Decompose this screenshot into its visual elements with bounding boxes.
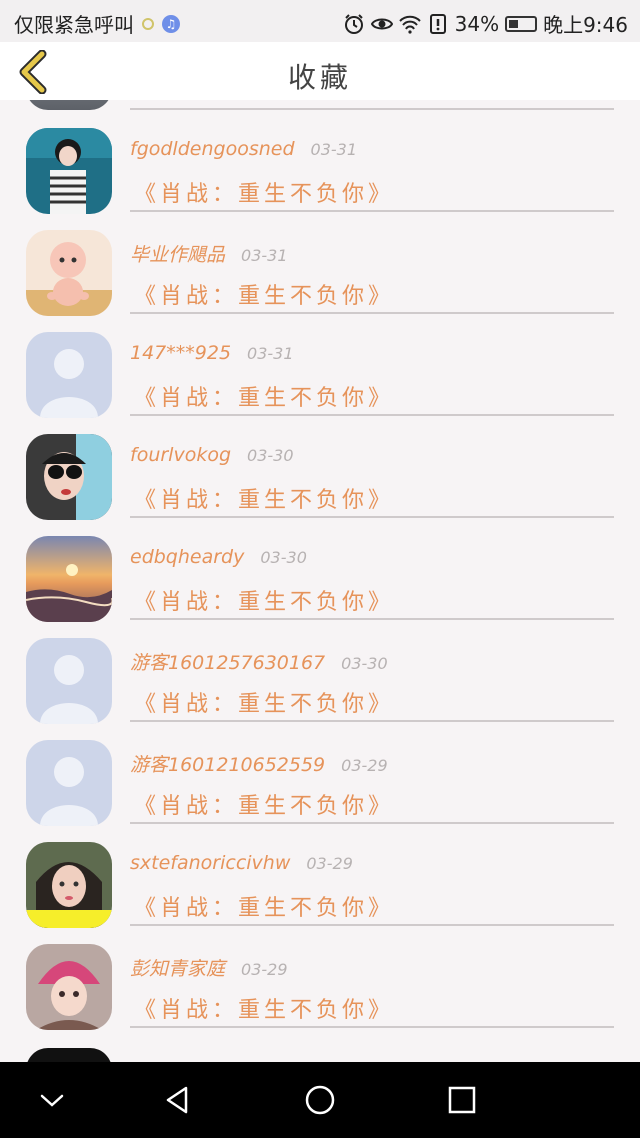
divider [130, 516, 614, 518]
work-title[interactable]: 《肖战：重生不负你》 [134, 176, 394, 208]
date: 03-29 [341, 756, 388, 775]
avatar [26, 740, 112, 826]
avatar [26, 944, 112, 1030]
date: 03-30 [247, 446, 294, 465]
nav-back-icon[interactable] [160, 1082, 196, 1118]
user-name: 游客1601257630167 03-30 [130, 652, 388, 674]
list-item[interactable]: edbqheardy 03-30 《肖战：重生不负你》 [0, 536, 640, 638]
avatar [26, 128, 112, 214]
avatar [26, 332, 112, 418]
date: 03-31 [310, 140, 358, 159]
date: 03-31 [247, 344, 294, 363]
list-item[interactable]: 游客1601257630167 03-30 《肖战：重生不负你》 [0, 638, 640, 740]
header: 收藏 [0, 42, 640, 100]
divider [130, 210, 614, 212]
partial-avatar [26, 1048, 112, 1062]
clock: 晚上9:46 [543, 13, 628, 37]
partial-avatar [26, 100, 112, 110]
nav-recents-icon[interactable] [444, 1082, 480, 1118]
list-item[interactable]: sxtefanoriccivhw 03-29 《肖战：重生不负你》 [0, 842, 640, 944]
list-item[interactable]: 147***925 03-31 《肖战：重生不负你》 [0, 332, 640, 434]
date: 03-29 [241, 960, 288, 979]
avatar [26, 842, 112, 928]
battery-percent: 34% [454, 11, 500, 36]
divider [130, 108, 614, 110]
wifi-icon [398, 15, 421, 34]
date: 03-30 [260, 548, 307, 567]
work-title[interactable]: 《肖战：重生不负你》 [134, 788, 394, 820]
divider [130, 312, 614, 314]
date: 03-31 [241, 246, 288, 265]
favorites-list: fgodldengoosned 03-31 《肖战：重生不负你》 毕业作飓品 03-… [0, 100, 640, 1062]
user-name: fourlvokog 03-30 [130, 444, 294, 466]
list-item[interactable]: 游客1601210652559 03-29 《肖战：重生不负你》 [0, 740, 640, 842]
date: 03-29 [306, 854, 353, 873]
nav-collapse-icon[interactable] [34, 1082, 70, 1118]
avatar [26, 536, 112, 622]
navigation-bar [0, 1062, 640, 1138]
status-bar: 仅限紧急呼叫 ♫ 34% 晚上9:46 [0, 0, 640, 42]
user-name: 游客1601210652559 03-29 [130, 754, 388, 776]
divider [130, 414, 614, 416]
page-title: 收藏 [287, 61, 352, 94]
list-item[interactable]: fourlvokog 03-30 《肖战：重生不负你》 [0, 434, 640, 536]
battery-icon [505, 15, 538, 32]
work-title[interactable]: 《肖战：重生不负你》 [134, 992, 394, 1024]
music-icon: ♫ [162, 14, 180, 33]
eye-icon [370, 18, 393, 29]
avatar [26, 434, 112, 520]
divider [130, 618, 614, 620]
user-name: 毕业作飓品 03-31 [130, 244, 288, 266]
alarm-icon [344, 13, 363, 34]
divider [130, 1026, 614, 1028]
user-name: sxtefanoriccivhw 03-29 [130, 852, 353, 874]
divider [130, 822, 614, 824]
list-item[interactable]: fgodldengoosned 03-31 《肖战：重生不负你》 [0, 128, 640, 230]
work-title[interactable]: 《肖战：重生不负你》 [134, 482, 394, 514]
work-title[interactable]: 《肖战：重生不负你》 [134, 890, 394, 922]
date: 03-30 [341, 654, 388, 673]
avatar [26, 230, 112, 316]
divider [130, 720, 614, 722]
user-name: fgodldengoosned 03-31 [130, 138, 358, 160]
divider [130, 924, 614, 926]
work-title[interactable]: 《肖战：重生不负你》 [134, 686, 394, 718]
work-title[interactable]: 《肖战：重生不负你》 [134, 584, 394, 616]
user-name: 147***925 03-31 [130, 342, 294, 364]
notification-dot-icon [142, 17, 154, 30]
list-item[interactable]: 彭知青家庭 03-29 《肖战：重生不负你》 [0, 944, 640, 1046]
nav-home-icon[interactable] [302, 1082, 338, 1118]
avatar [26, 638, 112, 724]
sim-icon [429, 13, 446, 34]
list-item[interactable]: 毕业作飓品 03-31 《肖战：重生不负你》 [0, 230, 640, 332]
carrier-text: 仅限紧急呼叫 [14, 13, 134, 37]
work-title[interactable]: 《肖战：重生不负你》 [134, 278, 394, 310]
work-title[interactable]: 《肖战：重生不负你》 [134, 380, 394, 412]
user-name: edbqheardy 03-30 [130, 546, 307, 568]
user-name: 彭知青家庭 03-29 [130, 958, 288, 980]
